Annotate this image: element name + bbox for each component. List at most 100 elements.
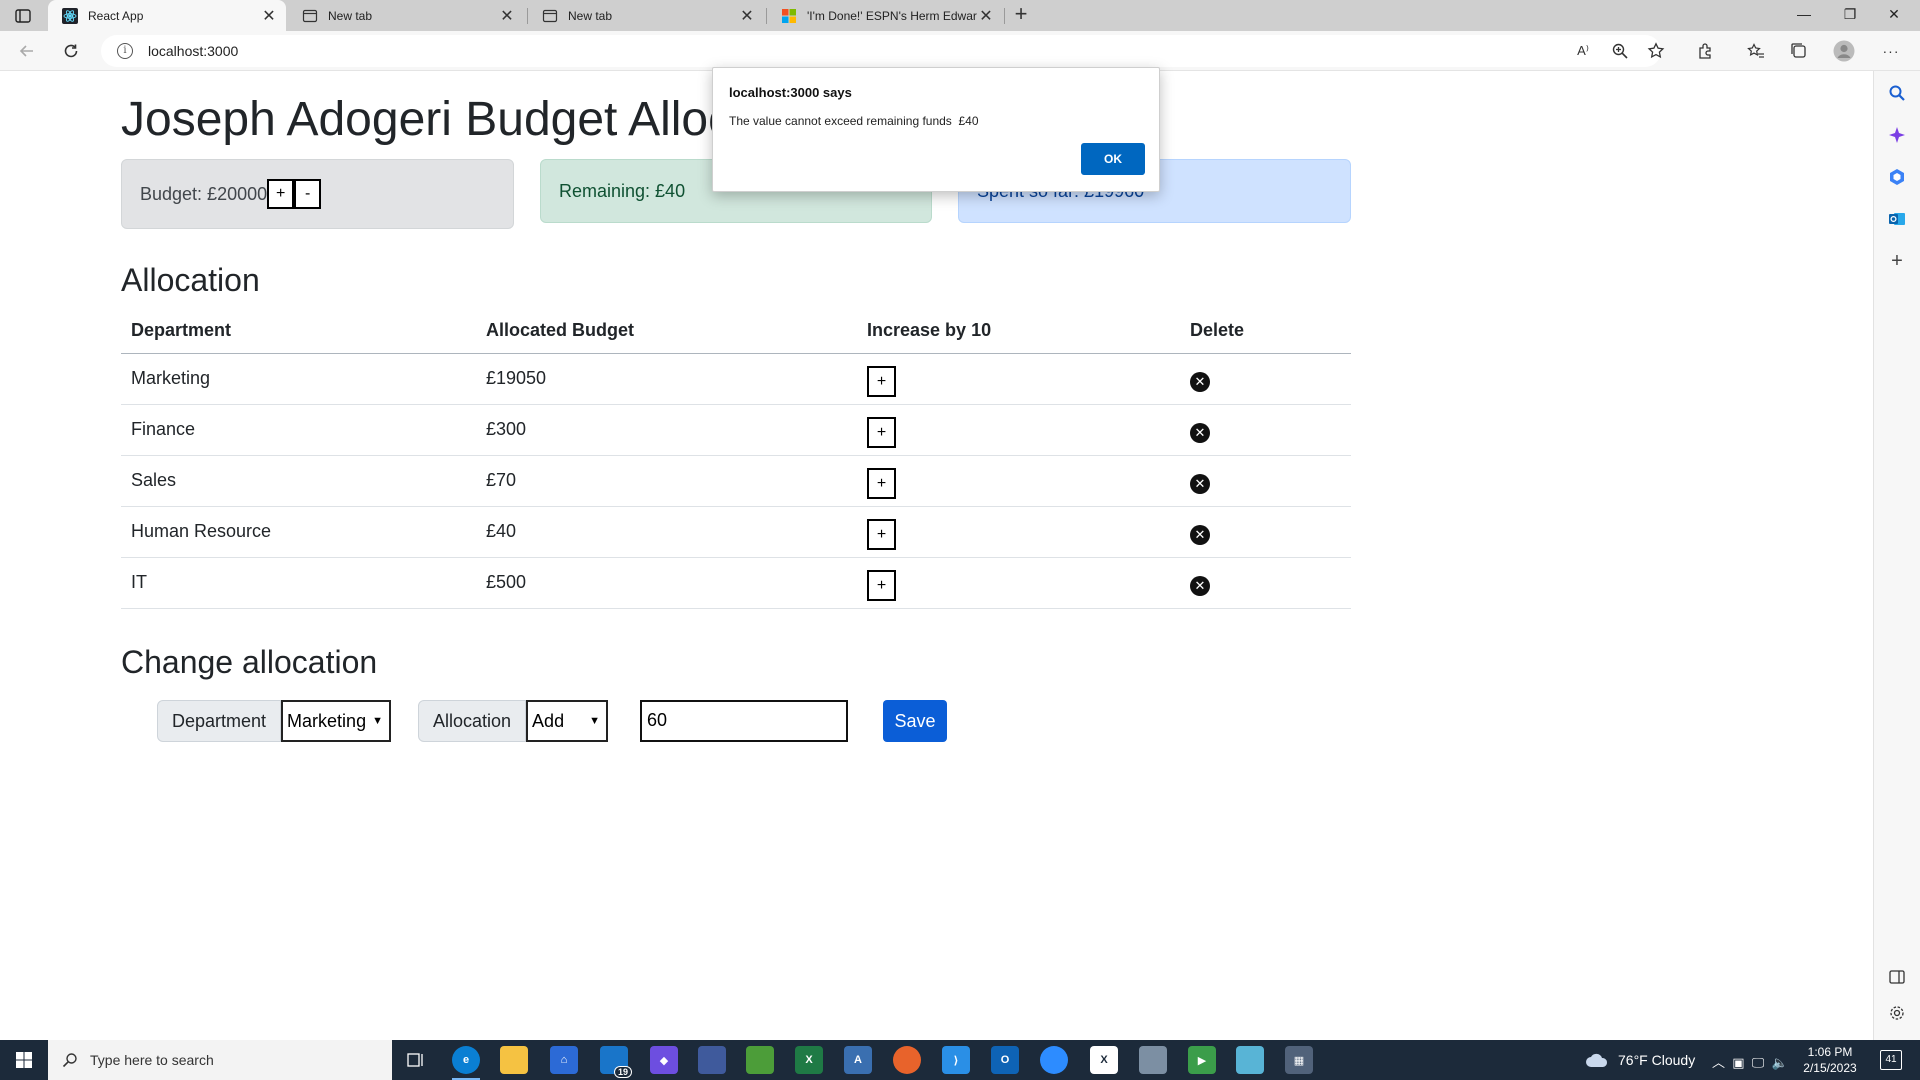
notification-center-icon[interactable]: 41 (1880, 1050, 1902, 1070)
taskbar-app-icon[interactable]: ▶ (1188, 1046, 1216, 1074)
taskbar-app-icon[interactable]: X (1090, 1046, 1118, 1074)
delete-circle-x-icon[interactable]: ✕ (1190, 473, 1210, 494)
sidebar-settings-gear-icon[interactable] (1887, 1003, 1907, 1023)
taskbar-store-icon[interactable]: ⌂ (550, 1046, 578, 1074)
taskbar-edge-icon[interactable]: e (452, 1046, 480, 1080)
taskbar-copilot-icon[interactable]: ◆ (650, 1046, 678, 1074)
back-arrow-icon[interactable] (16, 40, 38, 62)
close-tab-icon[interactable]: ✕ (498, 7, 516, 25)
increase-button[interactable]: + (867, 366, 896, 397)
minimize-icon[interactable]: — (1794, 6, 1814, 24)
taskbar-app-icon[interactable]: A (844, 1046, 872, 1074)
increase-button[interactable]: + (867, 570, 896, 601)
allocation-table: Department Allocated Budget Increase by … (121, 308, 1351, 609)
site-info-icon[interactable]: i (117, 43, 133, 59)
increase-cell: + (857, 353, 1180, 405)
taskbar-file-explorer-icon[interactable] (500, 1046, 528, 1074)
department-cell: IT (121, 557, 476, 609)
department-select[interactable]: Marketing ▼ (281, 700, 391, 742)
header-allocated-budget: Allocated Budget (476, 308, 857, 354)
sidebar-discover-sparkle-icon[interactable] (1887, 125, 1907, 145)
taskbar-outlook-icon[interactable]: O (991, 1046, 1019, 1074)
increase-button[interactable]: + (867, 417, 896, 448)
taskbar-mail-icon[interactable]: 19 (600, 1046, 632, 1078)
url-text[interactable]: localhost:3000 (148, 43, 238, 59)
header-department: Department (121, 308, 476, 354)
increase-button[interactable]: + (867, 468, 896, 499)
sidebar-search-icon[interactable] (1887, 83, 1907, 103)
sidebar-outlook-icon[interactable] (1887, 209, 1907, 229)
budget-decrease-button[interactable]: - (294, 179, 322, 209)
tray-chevron-up-icon[interactable]: ︿ (1712, 1055, 1725, 1070)
new-tab-favicon-icon (542, 9, 558, 22)
weather-widget[interactable]: 76°F Cloudy (1584, 1052, 1695, 1068)
tray-volume-icon[interactable]: 🔈 (1772, 1055, 1788, 1070)
refresh-icon[interactable] (60, 40, 82, 62)
tray-network-icon[interactable]: 🖵 (1752, 1055, 1765, 1070)
delete-circle-x-icon[interactable]: ✕ (1190, 422, 1210, 443)
taskbar-notepad-icon[interactable] (746, 1046, 774, 1074)
system-tray[interactable]: ︿ ▣ 🖵 🔈 (1712, 1052, 1788, 1071)
taskbar-excel-icon[interactable]: X (795, 1046, 823, 1074)
close-tab-icon[interactable]: ✕ (260, 7, 278, 25)
zoom-icon[interactable] (1609, 40, 1631, 62)
allocation-type-select[interactable]: Add ▼ (526, 700, 609, 742)
profile-avatar-icon[interactable] (1833, 40, 1855, 62)
react-favicon-icon (62, 7, 78, 24)
alert-dialog: localhost:3000 says The value cannot exc… (712, 67, 1160, 192)
windows-start-icon[interactable] (0, 1040, 48, 1080)
department-label: Department (157, 700, 282, 742)
taskbar-search-icon (62, 1053, 77, 1068)
new-tab-plus-icon[interactable]: + (1010, 3, 1032, 26)
dialog-ok-button[interactable]: OK (1081, 143, 1145, 175)
taskbar-vscode-icon[interactable]: ⟩ (942, 1046, 970, 1074)
taskbar-zoom-icon[interactable] (1040, 1046, 1068, 1074)
close-window-icon[interactable]: ✕ (1884, 6, 1904, 24)
delete-circle-x-icon[interactable]: ✕ (1190, 524, 1210, 545)
amount-input[interactable]: 60 (640, 700, 848, 742)
tab-actions-icon[interactable] (12, 6, 34, 26)
table-row: Marketing £19050 + ✕ (121, 353, 1351, 405)
department-selected-value: Marketing (287, 710, 367, 731)
taskbar-calculator-icon[interactable]: ▦ (1285, 1046, 1313, 1074)
close-tab-icon[interactable]: ✕ (738, 7, 756, 25)
sidebar-split-screen-icon[interactable] (1887, 967, 1907, 987)
taskbar-clock[interactable]: 1:06 PM 2/15/2023 (1800, 1044, 1860, 1076)
tab-title: React App (88, 8, 144, 23)
extensions-icon[interactable] (1695, 40, 1717, 62)
read-aloud-icon[interactable]: A⁾ (1572, 40, 1594, 62)
collections-icon[interactable] (1788, 40, 1810, 62)
taskbar-firefox-icon[interactable] (893, 1046, 921, 1074)
page-content: Joseph Adogeri Budget Alloca Budget: £20… (0, 72, 1872, 1040)
restore-icon[interactable]: ❐ (1840, 6, 1860, 24)
taskbar-app-icon[interactable] (1139, 1046, 1167, 1074)
increase-cell: + (857, 557, 1180, 609)
department-input-group: Department Marketing ▼ (157, 700, 391, 742)
tab-new-tab-2[interactable]: New tab ✕ (528, 0, 764, 31)
taskbar-app-icon[interactable] (698, 1046, 726, 1074)
new-tab-favicon-icon (302, 9, 318, 22)
sidebar-office-icon[interactable] (1887, 167, 1907, 187)
address-bar[interactable]: i localhost:3000 (101, 35, 1661, 67)
sidebar-add-icon[interactable]: + (1887, 250, 1907, 272)
favorites-icon[interactable] (1745, 40, 1767, 62)
increase-button[interactable]: + (867, 519, 896, 550)
delete-circle-x-icon[interactable]: ✕ (1190, 575, 1210, 596)
remaining-value: Remaining: £40 (559, 180, 686, 201)
task-view-icon[interactable] (402, 1046, 430, 1074)
taskbar-search-box[interactable]: Type here to search (48, 1040, 392, 1080)
delete-cell: ✕ (1180, 353, 1351, 405)
tab-new-tab-1[interactable]: New tab ✕ (288, 0, 524, 31)
delete-circle-x-icon[interactable]: ✕ (1190, 371, 1210, 392)
more-menu-icon[interactable]: ··· (1880, 40, 1902, 62)
close-tab-icon[interactable]: ✕ (977, 7, 995, 25)
increase-cell: + (857, 506, 1180, 558)
tab-espn-article[interactable]: 'I'm Done!' ESPN's Herm Edward ✕ (767, 0, 1003, 31)
add-favorite-icon[interactable] (1645, 40, 1667, 62)
taskbar-app-icon[interactable] (1236, 1046, 1264, 1074)
tab-react-app[interactable]: React App ✕ (48, 0, 286, 31)
taskbar-search-placeholder: Type here to search (90, 1052, 214, 1068)
save-button[interactable]: Save (883, 700, 947, 742)
budget-increase-button[interactable]: + (267, 179, 295, 209)
tray-meet-now-icon[interactable]: ▣ (1732, 1055, 1744, 1070)
